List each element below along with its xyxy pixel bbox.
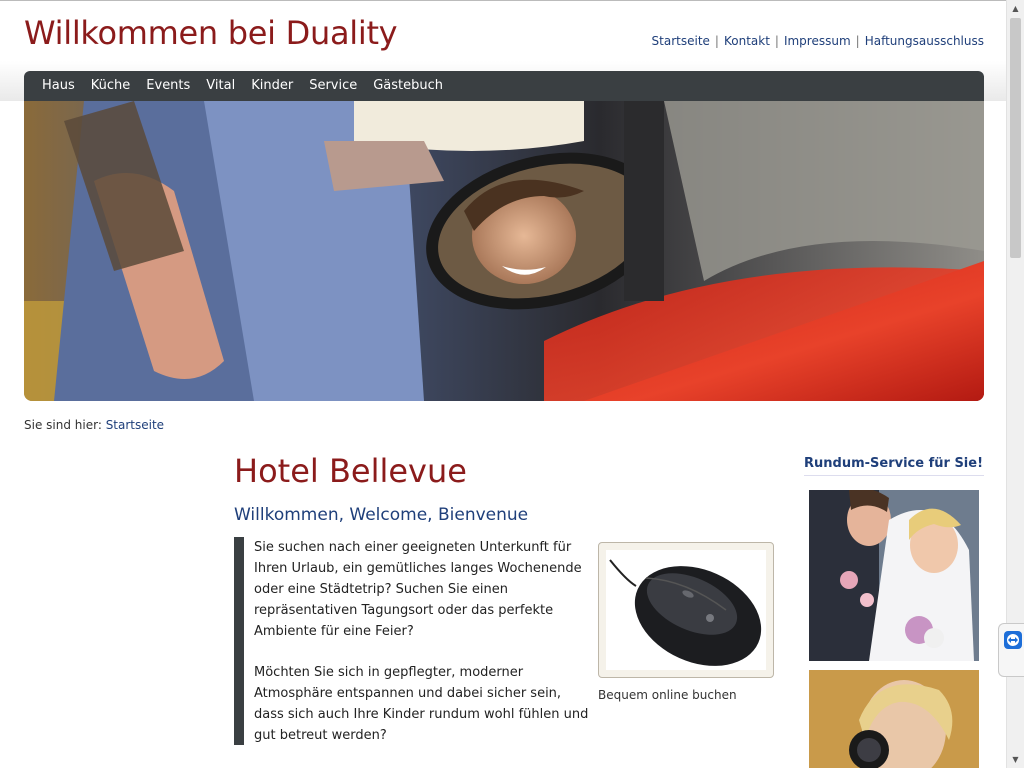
scroll-up-arrow-icon[interactable]: ▲ <box>1007 0 1024 17</box>
breadcrumb-prefix: Sie sind hier: <box>24 418 102 432</box>
photographer-photo <box>809 670 979 768</box>
page-title: Hotel Bellevue <box>234 452 467 490</box>
wedding-photo <box>809 490 979 661</box>
nav-item-kueche[interactable]: Küche <box>83 71 139 101</box>
computer-mouse-image[interactable] <box>606 550 766 670</box>
meta-link-haftungsausschluss[interactable]: Haftungsausschluss <box>865 34 984 48</box>
scroll-down-arrow-icon[interactable]: ▼ <box>1007 751 1024 768</box>
sidebar-heading: Rundum-Service für Sie! <box>804 456 984 476</box>
intro-paragraph: Sie suchen nach einer geeigneten Unterku… <box>254 540 582 639</box>
hero-image <box>24 101 984 401</box>
nav-item-vital[interactable]: Vital <box>198 71 243 101</box>
meta-link-impressum[interactable]: Impressum <box>784 34 851 48</box>
separator: | <box>855 34 860 48</box>
breadcrumb: Sie sind hier: Startseite <box>24 418 164 432</box>
teamviewer-widget[interactable] <box>998 623 1024 677</box>
intro-text-block: Sie suchen nach einer geeigneten Unterku… <box>234 537 592 745</box>
meta-navigation: Startseite | Kontakt | Impressum | Haftungsaus… <box>652 34 984 48</box>
scrollbar-thumb[interactable] <box>1010 18 1021 258</box>
meta-link-startseite[interactable]: Startseite <box>652 34 710 48</box>
intro-paragraph: Möchten Sie sich in gepflegter, moderner… <box>254 665 589 743</box>
main-navigation: Haus Küche Events Vital Kinder Service Gästebu… <box>24 71 984 101</box>
hero-photo-illustration <box>24 101 984 401</box>
nav-item-gaestebuch[interactable]: Gästebuch <box>365 71 451 101</box>
mouse-illustration <box>609 559 762 666</box>
meta-link-kontakt[interactable]: Kontakt <box>724 34 770 48</box>
page-subtitle: Willkommen, Welcome, Bienvenue <box>234 505 529 525</box>
photographer-illustration <box>809 670 979 768</box>
booking-image-caption: Bequem online buchen <box>598 688 737 702</box>
nav-item-haus[interactable]: Haus <box>34 71 83 101</box>
booking-image-frame[interactable] <box>598 542 774 678</box>
site-title: Willkommen bei Duality <box>24 14 398 52</box>
nav-item-kinder[interactable]: Kinder <box>243 71 301 101</box>
wedding-illustration <box>809 490 979 661</box>
separator: | <box>714 34 719 48</box>
teamviewer-icon[interactable] <box>999 624 1024 676</box>
breadcrumb-link-startseite[interactable]: Startseite <box>106 418 164 432</box>
separator: | <box>774 34 779 48</box>
nav-item-events[interactable]: Events <box>138 71 198 101</box>
nav-item-service[interactable]: Service <box>301 71 365 101</box>
